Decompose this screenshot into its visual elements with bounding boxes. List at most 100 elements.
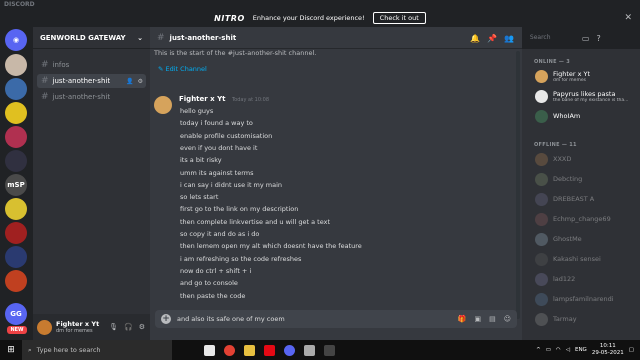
scrollbar[interactable]: [516, 51, 520, 319]
server-icon[interactable]: [5, 150, 27, 172]
member-name: Tarmay: [553, 315, 577, 323]
home-icon[interactable]: ◉: [5, 29, 27, 51]
nitro-message: Enhance your Discord experience!: [252, 14, 365, 22]
server-icon[interactable]: [5, 126, 27, 148]
taskbar-search[interactable]: ⌕ Type here to search: [22, 340, 172, 360]
avatar[interactable]: [154, 96, 172, 114]
inbox-icon[interactable]: ▭: [582, 34, 590, 43]
app-icon[interactable]: [304, 344, 315, 356]
nitro-banner: NITRO Enhance your Discord experience! C…: [0, 9, 640, 27]
member-item[interactable]: GhostMe: [535, 231, 639, 247]
language-indicator[interactable]: ENG: [575, 347, 587, 353]
gear-icon[interactable]: ⚙: [139, 323, 145, 331]
server-icon[interactable]: [5, 198, 27, 220]
headphones-icon[interactable]: 🎧: [124, 323, 133, 331]
volume-icon[interactable]: ◁: [566, 347, 570, 353]
channel-header: # just-another-shit: [150, 27, 522, 49]
members-icon[interactable]: 👥: [504, 34, 514, 43]
server-icon[interactable]: [5, 102, 27, 124]
wifi-icon[interactable]: ◠: [556, 347, 561, 353]
member-status: dm for memes: [553, 77, 586, 83]
gear-icon[interactable]: ⚙: [138, 78, 143, 85]
member-item[interactable]: Kakashi sensei: [535, 251, 639, 267]
pin-icon[interactable]: 📌: [487, 34, 497, 43]
invite-icon[interactable]: 👤: [126, 78, 133, 85]
task-view-icon[interactable]: [204, 344, 215, 356]
edit-channel-link[interactable]: ✎ Edit Channel: [158, 65, 207, 73]
avatar: [535, 69, 548, 83]
channel-intro: This is the start of the #just-another-s…: [154, 49, 317, 57]
member-name: Debcting: [553, 175, 583, 183]
server-icon[interactable]: [5, 78, 27, 100]
discord-icon[interactable]: [284, 344, 295, 356]
server-icon[interactable]: mSP: [5, 174, 27, 196]
channel-infos[interactable]: # infos: [37, 58, 146, 72]
member-item[interactable]: Debcting: [535, 171, 639, 187]
help-icon[interactable]: ?: [596, 34, 600, 43]
message-line: and go to console: [180, 279, 238, 288]
server-icon[interactable]: [5, 222, 27, 244]
member-name: lad122: [553, 275, 576, 283]
member-item[interactable]: XXXD: [535, 151, 639, 167]
server-icon[interactable]: [5, 54, 27, 76]
netflix-icon[interactable]: [264, 344, 275, 356]
gift-icon[interactable]: 🎁: [458, 315, 467, 323]
search-input[interactable]: Search: [526, 32, 575, 44]
gif-icon[interactable]: ▣: [474, 315, 481, 323]
clock[interactable]: 10:11 29-05-2021: [592, 343, 624, 357]
folder-icon[interactable]: [244, 344, 255, 356]
notifications-icon[interactable]: ▢: [629, 347, 634, 353]
composer-input[interactable]: and also its safe one of my coem: [177, 315, 285, 323]
nitro-logo: NITRO: [214, 13, 245, 23]
check-it-out-button[interactable]: Check it out: [372, 12, 426, 24]
member-item[interactable]: Echmp_change69: [535, 211, 639, 227]
avatar: [535, 292, 548, 306]
channel-label: infos: [52, 61, 70, 69]
app-icon[interactable]: [324, 344, 335, 356]
hash-icon: #: [157, 32, 165, 43]
user-status: dm for memes: [56, 328, 93, 334]
channel-just-another-shit[interactable]: # just-another-shit: [37, 90, 146, 104]
message-composer[interactable]: + and also its safe one of my coem 🎁 ▣ ▤…: [155, 310, 517, 328]
hash-icon: #: [41, 60, 49, 70]
mic-icon[interactable]: 🎙: [109, 323, 118, 331]
avatar: [535, 89, 548, 103]
chat-area: # just-another-shit This is the start of…: [150, 27, 522, 340]
member-item[interactable]: Fighter x Yt dm for memes: [535, 68, 639, 84]
message-author[interactable]: Fighter x Yt: [179, 95, 226, 103]
guild-rail: ◉ mSP GG NEW: [0, 27, 33, 340]
server-icon[interactable]: [5, 270, 27, 292]
message-time: Today at 10:08: [231, 97, 270, 103]
server-header[interactable]: GENWORLD GATEWAY ⌄: [33, 27, 150, 49]
member-item[interactable]: lad122: [535, 271, 639, 287]
server-name: GENWORLD GATEWAY: [40, 33, 126, 42]
channel-just-another-shit-active[interactable]: # just-another-shit 👤 ⚙: [37, 74, 146, 88]
member-name: WhoIAm: [553, 112, 581, 120]
member-name: lampsfamilnarendi: [553, 295, 614, 303]
app-title: DISCORD: [0, 0, 640, 9]
sticker-icon[interactable]: ▤: [489, 315, 496, 323]
member-item[interactable]: WhoIAm: [535, 108, 639, 124]
battery-icon[interactable]: ▭: [546, 347, 551, 353]
member-list: ONLINE — 3 Fighter x Yt dm for memes Papyr…: [522, 49, 640, 340]
member-item[interactable]: Tarmay: [535, 311, 639, 327]
member-item[interactable]: Papyrus likes pasta the bane of my exista…: [535, 88, 639, 104]
member-name: Fighter x Yt: [553, 69, 591, 78]
avatar[interactable]: [37, 319, 52, 335]
member-item[interactable]: DREBEAST A: [535, 191, 639, 207]
chrome-icon[interactable]: [224, 344, 235, 356]
server-icon-gg[interactable]: GG: [5, 303, 27, 325]
bell-icon[interactable]: 🔔: [470, 34, 480, 43]
offline-header: OFFLINE — 11: [534, 142, 577, 148]
close-banner-icon[interactable]: ✕: [624, 13, 632, 23]
emoji-icon[interactable]: ☺: [504, 315, 511, 323]
windows-start-icon[interactable]: ⊞: [0, 340, 22, 360]
upload-button[interactable]: +: [161, 314, 171, 324]
hash-icon: #: [41, 92, 49, 102]
member-item[interactable]: lampsfamilnarendi: [535, 291, 639, 307]
message-line: hello guys: [180, 107, 214, 115]
channel-label: just-another-shit: [52, 77, 111, 85]
message-line: first go to the link on my description: [180, 205, 299, 214]
tray-up-icon[interactable]: ^: [536, 347, 541, 353]
server-icon[interactable]: [5, 246, 27, 268]
